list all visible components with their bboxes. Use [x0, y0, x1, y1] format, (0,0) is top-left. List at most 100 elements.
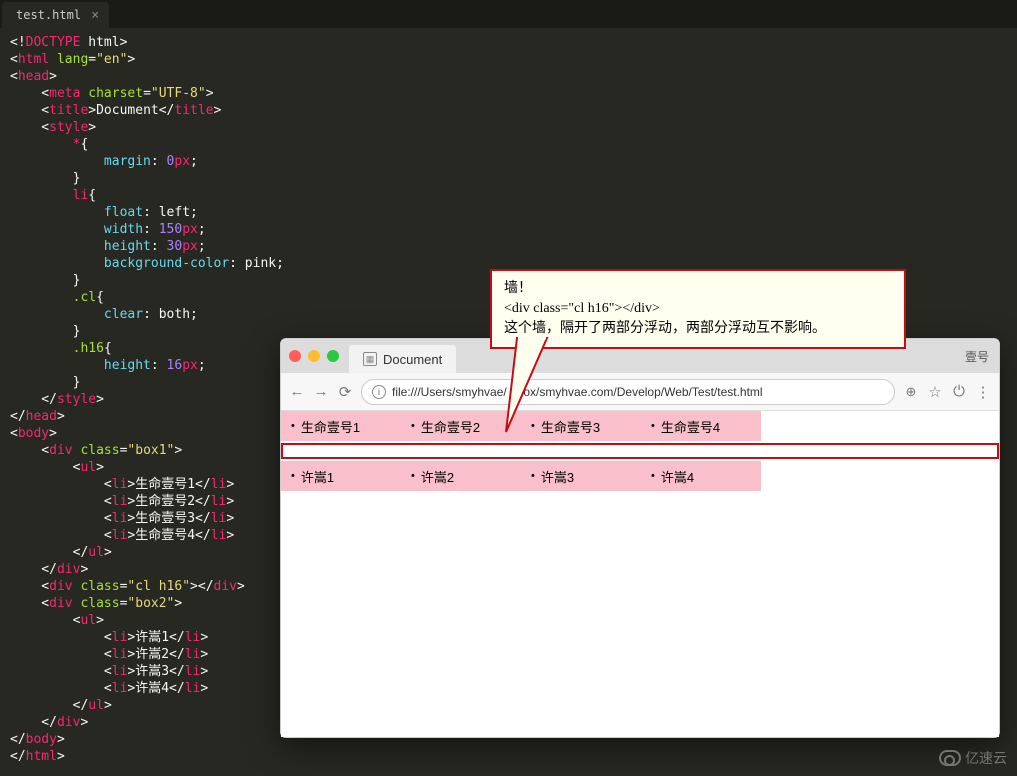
code-token: margin: [104, 154, 151, 169]
code-token: </: [10, 732, 26, 747]
code-token: li: [112, 630, 128, 645]
code-token: :: [143, 222, 159, 237]
code-token: >: [88, 120, 96, 135]
profile-label[interactable]: 壹号: [965, 348, 989, 365]
code-token: >生命壹号3</: [127, 511, 210, 526]
code-token: <: [10, 426, 18, 441]
code-token: "box2": [127, 596, 174, 611]
list-item: 生命壹号4: [641, 411, 761, 441]
code-token: li: [211, 528, 227, 543]
code-token: ul: [80, 613, 96, 628]
code-token: ;: [198, 222, 206, 237]
list-item: 许嵩2: [401, 461, 521, 491]
code-token: : pink;: [229, 256, 284, 271]
menu-icon[interactable]: ⋮: [975, 383, 991, 401]
code-token: >许嵩1</: [127, 630, 184, 645]
code-token: title: [49, 103, 88, 118]
list-item: 许嵩4: [641, 461, 761, 491]
list-item: 生命壹号1: [281, 411, 401, 441]
code-token: li: [112, 664, 128, 679]
code-token: >: [49, 426, 57, 441]
code-token: <: [10, 630, 112, 645]
code-token: title: [174, 103, 213, 118]
bookmark-icon[interactable]: ☆: [927, 383, 943, 401]
editor-tab[interactable]: test.html ×: [2, 2, 109, 28]
page-icon: ▦: [363, 352, 377, 366]
url-text: file:///Users/smyhvae/ pbox/smyhvae.com/…: [392, 385, 763, 399]
code-token: .h16: [73, 341, 104, 356]
window-zoom-icon[interactable]: [327, 350, 339, 362]
code-token: <: [10, 596, 49, 611]
window-minimize-icon[interactable]: [308, 350, 320, 362]
code-token: meta: [49, 86, 80, 101]
code-token: [10, 205, 104, 220]
code-token: >: [237, 579, 245, 594]
code-token: >: [104, 698, 112, 713]
zoom-icon[interactable]: ⊕: [903, 384, 919, 400]
code-token: >: [80, 715, 88, 730]
code-token: >: [206, 86, 214, 101]
code-token: >: [57, 409, 65, 424]
code-token: <: [10, 511, 112, 526]
code-token: "box1": [127, 443, 174, 458]
code-token: >: [214, 103, 222, 118]
close-icon[interactable]: ×: [91, 8, 99, 23]
code-token: >: [174, 596, 182, 611]
code-token: html: [26, 749, 57, 764]
code-token: background-color: [104, 256, 229, 271]
code-token: </: [10, 562, 57, 577]
code-token: </: [10, 545, 88, 560]
code-token: div: [57, 562, 80, 577]
code-token: </: [10, 749, 26, 764]
code-token: <: [10, 579, 49, 594]
code-token: [10, 239, 104, 254]
code-token: [49, 52, 57, 67]
callout-line: 墙！: [504, 279, 892, 299]
code-token: : left;: [143, 205, 198, 220]
code-token: head: [26, 409, 57, 424]
code-token: li: [112, 477, 128, 492]
code-token: >: [80, 562, 88, 577]
code-token: <: [10, 681, 112, 696]
browser-tab[interactable]: ▦ Document: [349, 345, 456, 373]
forward-icon[interactable]: →: [313, 383, 329, 400]
code-token: >Document</: [88, 103, 174, 118]
code-token: <: [10, 477, 112, 492]
code-token: {: [96, 290, 104, 305]
code-token: .cl: [73, 290, 96, 305]
watermark-text: 亿速云: [965, 748, 1007, 768]
code-token: >: [57, 732, 65, 747]
browser-tab-title: Document: [383, 352, 442, 367]
code-token: head: [18, 69, 49, 84]
browser-toolbar: ← → ⟳ i file:///Users/smyhvae/ pbox/smyh…: [281, 373, 999, 411]
code-token: [10, 358, 104, 373]
code-token: li: [211, 511, 227, 526]
power-icon[interactable]: ⏻: [951, 383, 967, 400]
code-token: ul: [88, 545, 104, 560]
code-token: <: [10, 613, 80, 628]
code-token: </: [10, 392, 57, 407]
code-token: >: [96, 613, 104, 628]
code-token: px: [182, 358, 198, 373]
reload-icon[interactable]: ⟳: [337, 383, 353, 401]
callout-line: 这个墙，隔开了两部分浮动，两部分浮动互不影响。: [504, 319, 892, 339]
code-token: li: [185, 647, 201, 662]
code-token: lang: [57, 52, 88, 67]
code-token: <: [10, 528, 112, 543]
code-token: <: [10, 443, 49, 458]
code-token: style: [49, 120, 88, 135]
address-bar[interactable]: i file:///Users/smyhvae/ pbox/smyhvae.co…: [361, 379, 895, 405]
code-token: float: [104, 205, 143, 220]
site-info-icon[interactable]: i: [372, 385, 386, 399]
code-token: <!: [10, 35, 26, 50]
code-token: >许嵩2</: [127, 647, 184, 662]
code-token: >: [226, 528, 234, 543]
window-controls: [289, 350, 339, 362]
back-icon[interactable]: ←: [289, 383, 305, 400]
code-token: clear: [104, 307, 143, 322]
code-token: :: [151, 154, 167, 169]
code-token: >: [174, 443, 182, 458]
window-close-icon[interactable]: [289, 350, 301, 362]
code-token: li: [112, 494, 128, 509]
code-token: height: [104, 358, 151, 373]
